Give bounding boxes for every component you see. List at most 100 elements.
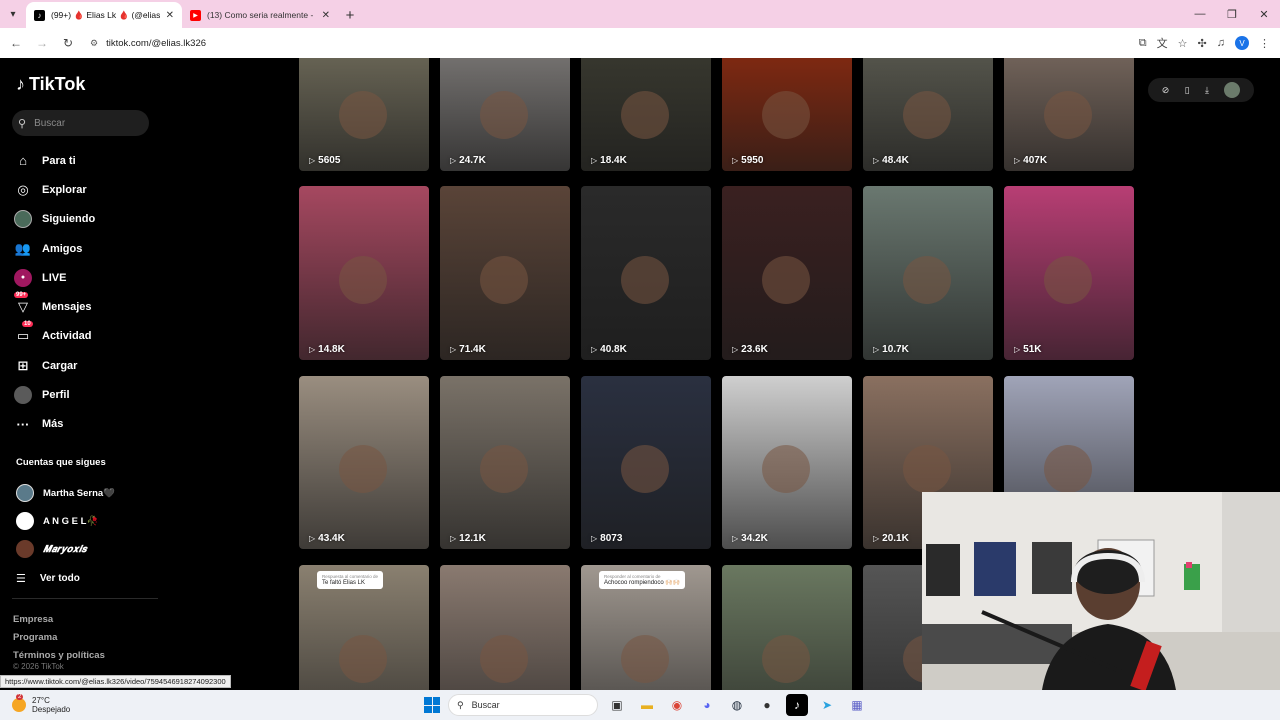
nav-item-para-ti[interactable]: ⌂ Para ti: [14, 146, 164, 175]
profile-avatar-icon[interactable]: V: [1235, 36, 1249, 50]
video-card[interactable]: ▷ 43.4K: [299, 376, 429, 549]
restore-icon[interactable]: ❐: [1216, 0, 1248, 28]
video-card[interactable]: ▷ 34.2K: [722, 376, 852, 549]
nav-item-mas[interactable]: ··· Más: [14, 410, 164, 439]
youtube-favicon-icon: ▶: [190, 9, 201, 21]
video-thumbnail: [339, 445, 387, 494]
video-card[interactable]: ▷ 407K: [1004, 58, 1134, 171]
video-card[interactable]: ▷ 14.8K: [299, 186, 429, 360]
device-icon[interactable]: ▯: [1185, 85, 1190, 96]
compass-icon[interactable]: ⊘: [1162, 85, 1170, 96]
file-explorer-icon[interactable]: ▬: [636, 694, 658, 716]
task-view-icon[interactable]: ▣: [606, 694, 628, 716]
footer-link-programa[interactable]: Programa: [13, 629, 105, 647]
video-card[interactable]: ▷ 71.4K: [440, 186, 570, 360]
view-count-value: 20.1K: [882, 533, 909, 544]
video-card[interactable]: ▷ 24.7K: [440, 58, 570, 171]
minimize-icon[interactable]: —: [1184, 0, 1216, 28]
following-section-title: Cuentas que sigues: [16, 457, 106, 468]
back-icon[interactable]: ←: [6, 32, 26, 54]
weather-widget[interactable]: 2 27°C Despejado: [0, 694, 200, 714]
see-all-button[interactable]: ☰ Ver todo: [16, 563, 166, 593]
steam-icon[interactable]: ◍: [726, 694, 748, 716]
nav-item-actividad[interactable]: ▭ 10 Actividad: [14, 321, 164, 351]
video-thumbnail: [339, 255, 387, 304]
video-card[interactable]: ▷ 18.4K: [581, 58, 711, 171]
play-icon: ▷: [309, 345, 316, 354]
video-card[interactable]: [722, 565, 852, 690]
view-count: ▷ 5950: [732, 155, 763, 166]
nav-item-amigos[interactable]: 👥 Amigos: [14, 234, 164, 263]
following-account[interactable]: 𝑴𝒂𝒓𝒚𝒐𝒙𝒊𝒔: [16, 535, 166, 563]
nav-label: Actividad: [42, 330, 92, 343]
media-control-icon[interactable]: ♫: [1217, 37, 1225, 49]
video-card[interactable]: ▷ 51K: [1004, 186, 1134, 360]
new-tab-button[interactable]: +: [338, 2, 362, 28]
link-preview-tooltip: https://www.tiktok.com/@elias.lk326/vide…: [0, 675, 231, 688]
site-info-icon[interactable]: ⚙: [90, 38, 98, 49]
tab-tiktok[interactable]: ♪ (99+) 🩸 Elias Lk 🩸 (@elias.lk32… ✕: [26, 2, 182, 28]
install-app-icon[interactable]: ⧉: [1139, 37, 1147, 50]
tab-search-chevron-icon[interactable]: ▾: [0, 0, 26, 28]
translate-icon[interactable]: 文: [1157, 35, 1168, 51]
video-thumbnail: [903, 255, 951, 304]
live-icon: ●: [14, 268, 32, 287]
caption-sub: Respuesta al comentario de: [322, 574, 379, 579]
nav-item-mensajes[interactable]: ▽ 99+ Mensajes: [14, 292, 164, 321]
bookmark-star-icon[interactable]: ☆: [1178, 37, 1188, 50]
taskbar-search-placeholder: Buscar: [471, 700, 500, 710]
url-field[interactable]: ⚙ tiktok.com/@elias.lk326: [84, 32, 1133, 54]
weather-desc: Despejado: [32, 705, 71, 714]
video-card[interactable]: Responder al comentario de Achocoo rompie…: [581, 565, 711, 690]
taskbar-search[interactable]: ⚲ Buscar: [448, 694, 598, 716]
close-tab-icon[interactable]: ✕: [322, 10, 330, 21]
tiktok-app-icon[interactable]: ♪: [786, 694, 808, 716]
following-account[interactable]: Martha Serna🖤: [16, 479, 166, 507]
nav-item-siguiendo[interactable]: Siguiendo: [14, 205, 164, 234]
windows-start-icon[interactable]: [424, 697, 440, 713]
play-icon: ▷: [1014, 345, 1021, 354]
extensions-icon[interactable]: ✣: [1198, 37, 1207, 50]
tab-title: (13) Como seria realmente - De…: [207, 10, 316, 20]
nav-label: Perfil: [42, 389, 70, 402]
video-card[interactable]: ▷ 10.7K: [863, 186, 993, 360]
menu-kebab-icon[interactable]: ⋮: [1259, 37, 1270, 50]
discord-icon[interactable]: ◕: [696, 694, 718, 716]
video-card[interactable]: ▷ 5605: [299, 58, 429, 171]
account-name: Martha Serna🖤: [43, 487, 116, 499]
close-window-icon[interactable]: ✕: [1248, 0, 1280, 28]
close-tab-icon[interactable]: ✕: [166, 10, 174, 21]
video-thumbnail: [1044, 91, 1092, 140]
view-count-value: 71.4K: [459, 344, 486, 355]
download-icon[interactable]: ⤓: [1205, 85, 1209, 96]
video-card[interactable]: ▷ 23.6K: [722, 186, 852, 360]
video-card[interactable]: ▷ 40.8K: [581, 186, 711, 360]
chrome-icon[interactable]: ◉: [666, 694, 688, 716]
video-card[interactable]: ▷ 48.4K: [863, 58, 993, 171]
video-card[interactable]: [440, 565, 570, 690]
search-input[interactable]: ⚲ Buscar: [12, 110, 149, 136]
nav-item-explorar[interactable]: ◎ Explorar: [14, 175, 164, 204]
nav-item-perfil[interactable]: Perfil: [14, 380, 164, 409]
telegram-icon[interactable]: ➤: [816, 694, 838, 716]
forward-icon[interactable]: →: [32, 32, 52, 54]
tab-youtube[interactable]: ▶ (13) Como seria realmente - De… ✕: [182, 2, 338, 28]
teams-icon[interactable]: ▦: [846, 694, 868, 716]
logo-text: TikTok: [29, 74, 86, 94]
following-account[interactable]: A N G E L🥀: [16, 507, 166, 535]
user-avatar[interactable]: [1224, 82, 1241, 98]
footer-link-empresa[interactable]: Empresa: [13, 611, 105, 629]
video-card[interactable]: ▷ 12.1K: [440, 376, 570, 549]
view-count-value: 23.6K: [741, 344, 768, 355]
view-count-value: 407K: [1023, 155, 1048, 166]
video-card[interactable]: ▷ 8073: [581, 376, 711, 549]
video-card[interactable]: Respuesta al comentario de Te faltó Elias…: [299, 565, 429, 690]
reload-icon[interactable]: ↻: [58, 32, 78, 54]
obs-icon[interactable]: ●: [756, 694, 778, 716]
nav-item-cargar[interactable]: ⊞ Cargar: [14, 351, 164, 380]
nav-item-live[interactable]: ● LIVE: [14, 263, 164, 292]
account-avatar: [16, 540, 34, 558]
video-card[interactable]: ▷ 5950: [722, 58, 852, 171]
tiktok-logo[interactable]: ♪ TikTok: [16, 74, 85, 95]
play-icon: ▷: [450, 534, 457, 543]
